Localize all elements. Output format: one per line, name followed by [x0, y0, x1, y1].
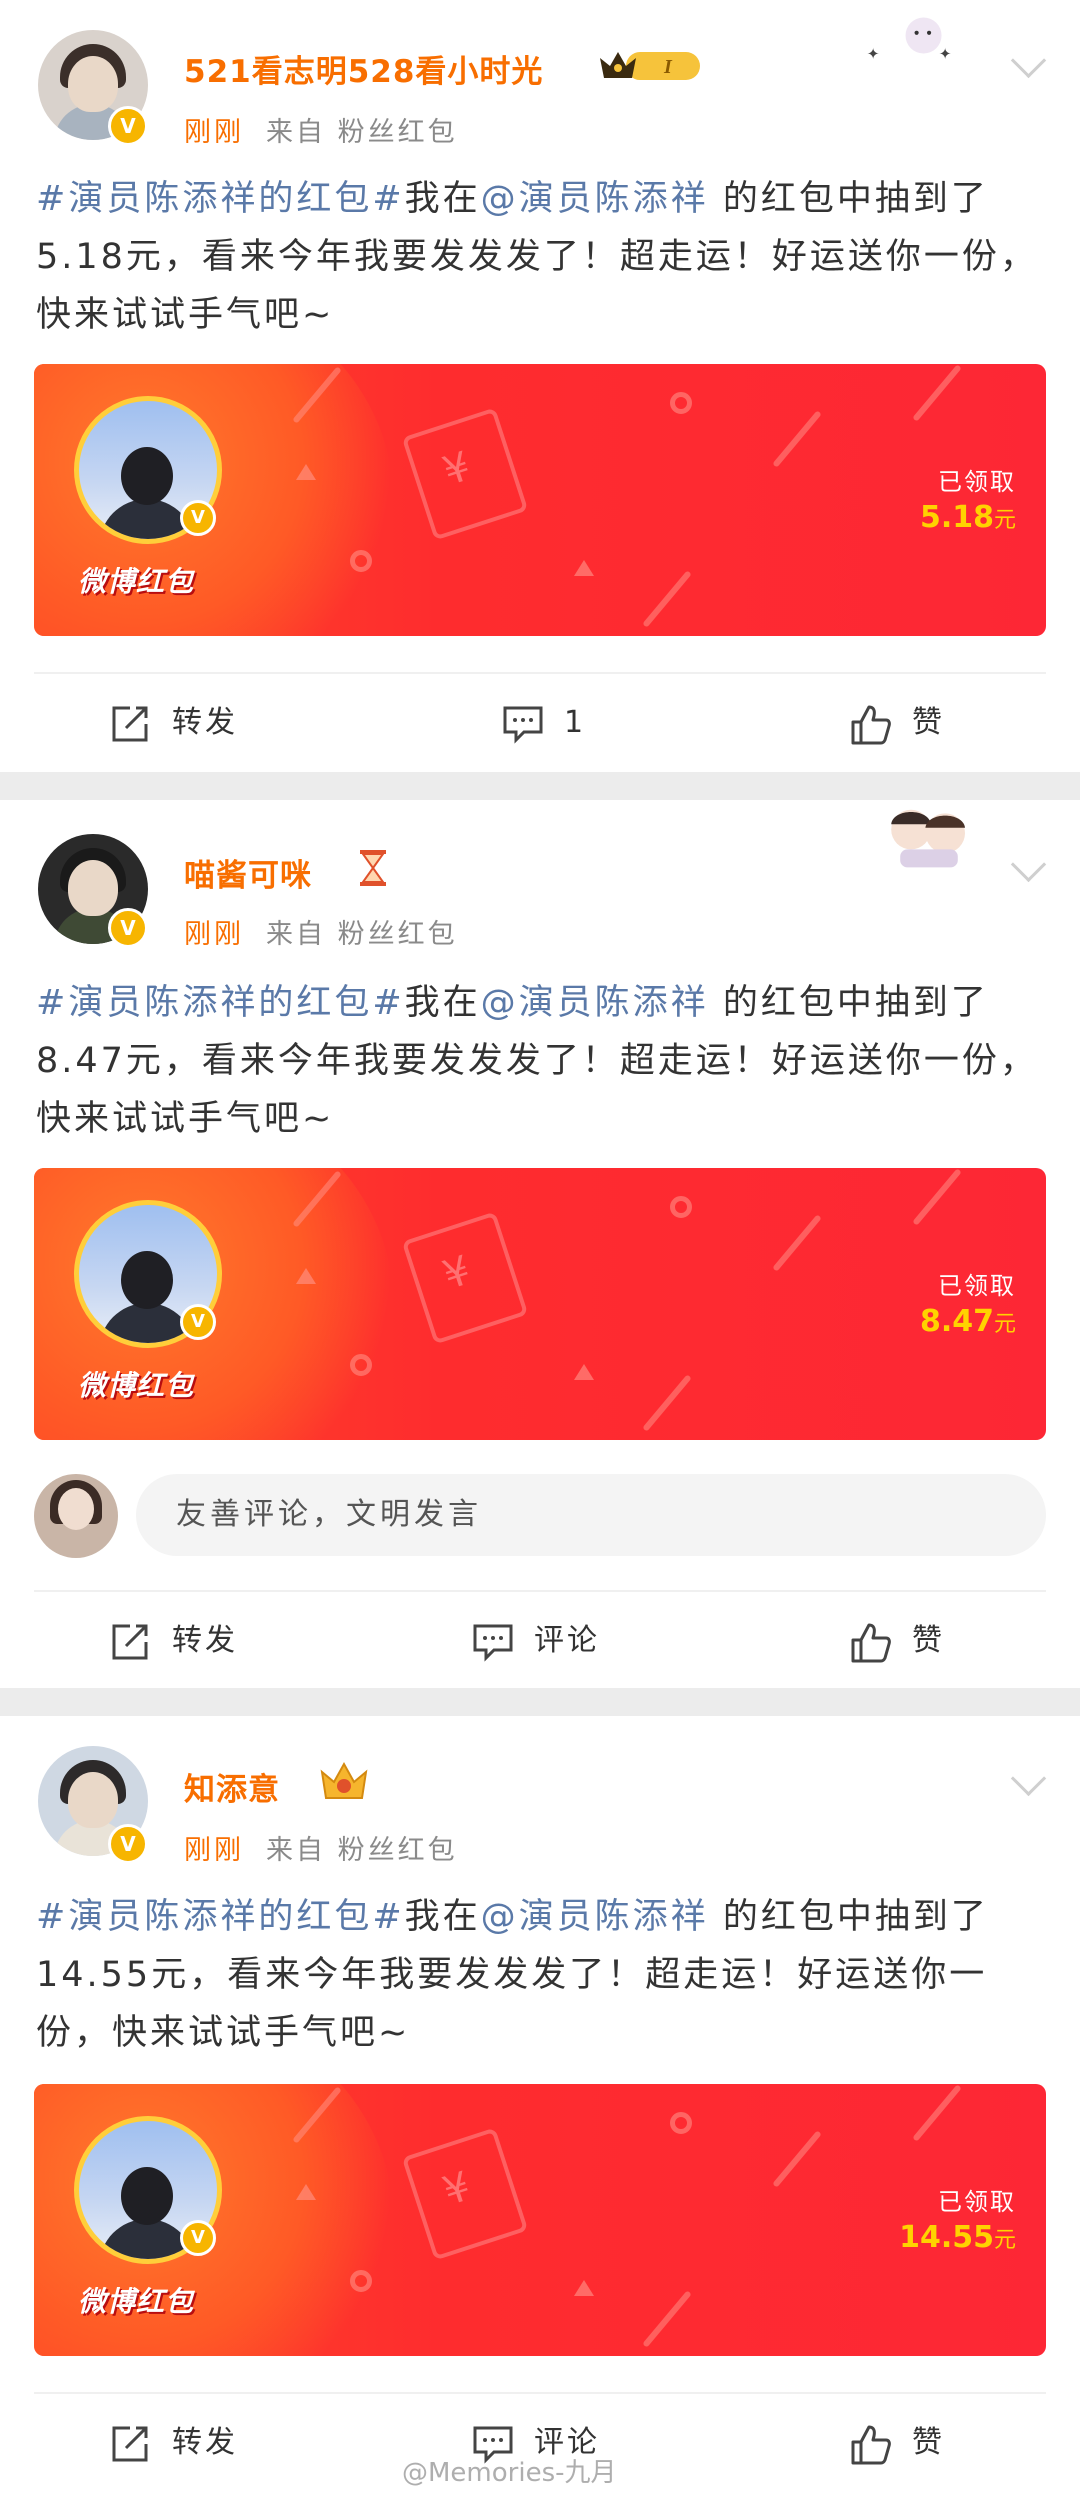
- verified-badge-icon: V: [180, 500, 216, 536]
- red-packet-card[interactable]: V 微博红包 已领取 14.55元: [34, 2084, 1046, 2356]
- post-card-2: V 喵酱可咪 刚刚 来自 粉丝红包 #演员陈添祥的红包#我在@演员陈添祥 的红包中…: [0, 800, 1080, 1688]
- packet-envelope-icon: [401, 1211, 529, 1345]
- hashtag-link[interactable]: #演员陈添祥的红包#: [36, 983, 405, 1023]
- packet-amount: 14.55元: [899, 2220, 1016, 2255]
- post-time: 刚刚: [184, 919, 244, 950]
- mention-link[interactable]: @演员陈添祥: [481, 179, 709, 219]
- crown-level-badge-icon: [320, 1761, 368, 1799]
- post-source: 来自 粉丝红包: [266, 919, 458, 950]
- thumbs-up-icon: [851, 705, 891, 745]
- commenter-avatar: [34, 1474, 118, 1558]
- post-meta: 刚刚 来自 粉丝红包: [184, 1828, 458, 1867]
- decorative-sticker-icon: ✦ ✦: [867, 17, 952, 63]
- post-text: #演员陈添祥的红包#我在@演员陈添祥 的红包中抽到了8.47元，看来今年我要发发…: [36, 983, 1038, 1139]
- chevron-down-icon[interactable]: [1014, 852, 1040, 878]
- post-card-3: V 知添意 刚刚 来自 粉丝红包 #演员陈添祥的红包#我在@演员陈添祥 的红包中抽…: [0, 1716, 1080, 2495]
- comment-input[interactable]: 友善评论，文明发言: [136, 1474, 1046, 1556]
- post-time: 刚刚: [184, 117, 244, 148]
- username[interactable]: 521看志明528看小时光: [184, 46, 543, 91]
- packet-status: 已领取: [938, 2188, 1016, 2216]
- post-text: #演员陈添祥的红包#我在@演员陈添祥 的红包中抽到了14.55元，看来今年我要发…: [36, 1897, 989, 2053]
- hashtag-link[interactable]: #演员陈添祥的红包#: [36, 179, 405, 219]
- verified-badge-icon: V: [108, 106, 148, 146]
- packet-brand: 微博红包: [78, 565, 195, 598]
- decorative-sticker-icon: [891, 809, 965, 868]
- svg-text:✦: ✦: [939, 45, 952, 63]
- mention-link[interactable]: @演员陈添祥: [481, 1897, 709, 1937]
- username[interactable]: 喵酱可咪: [184, 850, 312, 895]
- chevron-down-icon[interactable]: [1014, 1766, 1040, 1792]
- post-text: #演员陈添祥的红包#我在@演员陈添祥 的红包中抽到了5.18元，看来今年我要发发…: [36, 179, 1038, 335]
- hashtag-link[interactable]: #演员陈添祥的红包#: [36, 1897, 405, 1937]
- post-separator: [0, 772, 1080, 800]
- post-meta: 刚刚 来自 粉丝红包: [184, 912, 458, 951]
- packet-status: 已领取: [938, 1272, 1016, 1300]
- packet-envelope-icon: [401, 2127, 529, 2261]
- verified-badge-icon: V: [180, 2220, 216, 2256]
- divider: [34, 1590, 1046, 1592]
- comment-icon: [503, 706, 543, 744]
- red-packet-card[interactable]: V 微博红包 已领取 5.18元: [34, 364, 1046, 636]
- post-card-1: V 521看志明528看小时光 I 刚刚 来自 粉丝红包 ✦ ✦ #演员陈添祥的红包…: [0, 0, 1080, 772]
- mention-link[interactable]: @演员陈添祥: [481, 983, 709, 1023]
- packet-brand: 微博红包: [78, 2285, 195, 2318]
- post-time: 刚刚: [184, 1835, 244, 1866]
- post-meta: 刚刚 来自 粉丝红包: [184, 110, 458, 149]
- svg-text:✦: ✦: [867, 45, 880, 63]
- thumbs-up-icon: [851, 1623, 891, 1663]
- crown-level-badge-icon: I: [600, 52, 700, 80]
- packet-amount: 5.18元: [919, 500, 1016, 535]
- post-source: 来自 粉丝红包: [266, 1835, 458, 1866]
- verified-badge-icon: V: [180, 1304, 216, 1340]
- packet-amount: 8.47元: [919, 1304, 1016, 1339]
- packet-status: 已领取: [938, 468, 1016, 496]
- post-separator: [0, 1688, 1080, 1716]
- chevron-down-icon[interactable]: [1014, 48, 1040, 74]
- comment-icon: [473, 1624, 513, 1662]
- post-source: 来自 粉丝红包: [266, 117, 458, 148]
- red-packet-card[interactable]: V 微博红包 已领取 8.47元: [34, 1168, 1046, 1440]
- thumbs-up-icon: [851, 2425, 891, 2465]
- repost-icon: [112, 1624, 148, 1660]
- repost-icon: [112, 706, 148, 742]
- divider: [34, 2392, 1046, 2394]
- verified-badge-icon: V: [108, 1824, 148, 1864]
- repost-icon: [112, 2426, 148, 2462]
- verified-badge-icon: V: [108, 908, 148, 948]
- svg-text:I: I: [663, 56, 673, 78]
- username[interactable]: 知添意: [184, 1764, 280, 1809]
- watermark: @Memories-九月: [402, 2458, 617, 2488]
- packet-brand: 微博红包: [78, 1369, 195, 1402]
- packet-envelope-icon: [401, 407, 529, 541]
- divider: [34, 672, 1046, 674]
- hourglass-icon: [360, 850, 386, 886]
